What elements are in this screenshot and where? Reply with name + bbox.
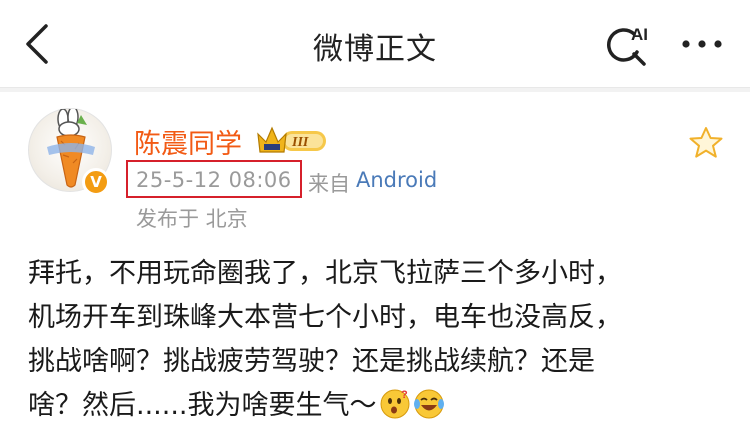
- verified-badge: V: [82, 168, 110, 196]
- more-options-button[interactable]: [680, 34, 724, 54]
- star-icon[interactable]: [689, 126, 723, 160]
- post-location: 发布于 北京: [136, 207, 248, 231]
- post-text-last-line: 啥？然后......我为啥要生气～ ?: [28, 384, 728, 428]
- svg-text:?: ?: [401, 389, 408, 401]
- post-text-line: 挑战啥啊？挑战疲劳驾驶？还是挑战续航？还是: [28, 346, 595, 377]
- ai-search-icon: AI: [607, 25, 648, 66]
- post-text-line: 机场开车到珠峰大本营七个小时，电车也没高反，: [28, 302, 622, 333]
- ai-label: AI: [631, 25, 648, 44]
- source-link[interactable]: Android: [356, 168, 437, 192]
- post-text: 拜托，不用玩命圈我了，北京飞拉萨三个多小时， 机场开车到珠峰大本营七个小时，电车…: [28, 252, 728, 428]
- more-dots-icon: [682, 40, 722, 48]
- author-name[interactable]: 陈震同学: [134, 122, 242, 161]
- post-timestamp: 25-5-12 08:06: [136, 168, 292, 192]
- top-nav-bar: 微博正文 AI: [0, 0, 750, 88]
- divider: [0, 88, 750, 92]
- post-text-line: 啥？然后......我为啥要生气～: [28, 390, 377, 421]
- source-prefix: 来自: [308, 172, 350, 196]
- ai-search-button[interactable]: AI: [604, 22, 654, 68]
- crying-laughing-emoji-icon: [413, 389, 444, 419]
- crown-level-badge: III: [257, 126, 326, 153]
- thinking-face-emoji-icon: ?: [380, 389, 409, 419]
- post-text-line: 拜托，不用玩命圈我了，北京飞拉萨三个多小时，: [28, 258, 622, 289]
- level-badge-text: III: [291, 135, 309, 150]
